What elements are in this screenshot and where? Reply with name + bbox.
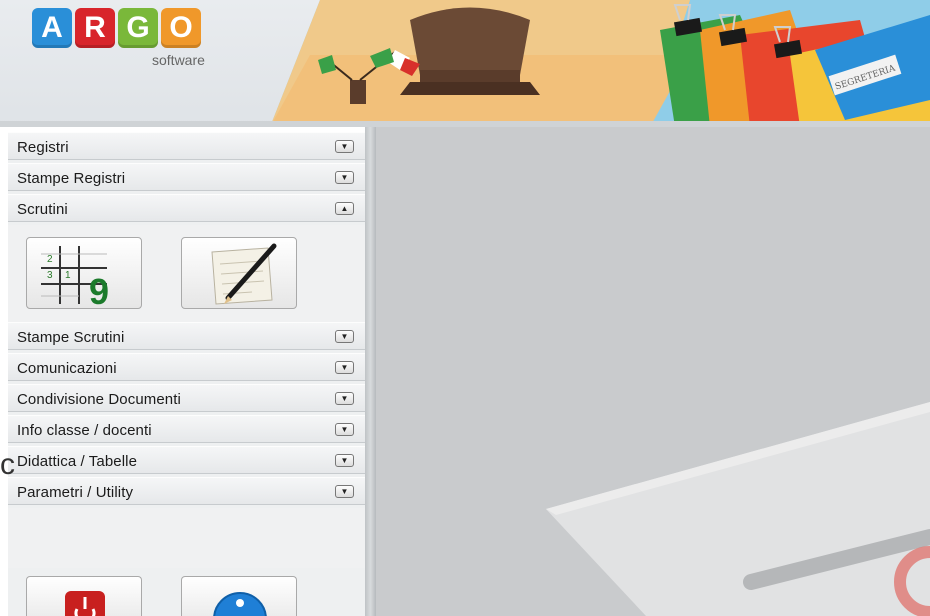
grades-grid-icon: 2 3 1 9	[41, 246, 109, 309]
sidebar-section-label: Stampe Registri	[17, 170, 126, 187]
sidebar-section-condivisione-documenti[interactable]: Condivisione Documenti ▼	[8, 384, 365, 412]
sidebar-section-label: Stampe Scrutini	[17, 329, 125, 346]
pencil-notepad-icon	[211, 243, 277, 305]
chevron-up-icon[interactable]: ▲	[335, 202, 354, 215]
chevron-down-icon[interactable]: ▼	[335, 171, 354, 184]
chevron-down-icon[interactable]: ▼	[335, 392, 354, 405]
sidebar-section-scrutini[interactable]: Scrutini ▲	[8, 194, 365, 222]
sidebar-section-label: Didattica / Tabelle	[17, 453, 138, 470]
grid-digit: 3	[47, 270, 53, 281]
logo-subtitle: software	[152, 52, 205, 68]
background-paper-illustration	[546, 402, 930, 616]
chevron-down-icon[interactable]: ▼	[335, 454, 354, 467]
grid-big-digit: 9	[89, 271, 109, 309]
edge-text-fragment: c	[0, 448, 15, 481]
scrutini-tools-panel: 2 3 1 9	[8, 225, 365, 322]
chevron-down-icon[interactable]: ▼	[335, 485, 354, 498]
header-banner-illustration: SEGRETERIA	[270, 0, 930, 127]
info-icon	[213, 592, 267, 616]
logo-letter-r: R	[75, 8, 115, 48]
logout-button[interactable]	[26, 576, 142, 616]
sidebar-section-label: Parametri / Utility	[17, 484, 134, 501]
panel-splitter[interactable]	[365, 127, 376, 616]
chevron-down-icon[interactable]: ▼	[335, 330, 354, 343]
sidebar-section-label: Registri	[17, 139, 69, 156]
sidebar-section-registri[interactable]: Registri ▼	[8, 132, 365, 160]
sidebar-section-label: Comunicazioni	[17, 360, 117, 377]
chevron-down-icon[interactable]: ▼	[335, 423, 354, 436]
grades-grid-button[interactable]: 2 3 1 9	[26, 237, 142, 309]
sidebar-section-label: Condivisione Documenti	[17, 391, 181, 408]
grid-digit: 1	[65, 270, 71, 281]
grid-digit: 2	[47, 254, 53, 265]
sidebar-section-parametri-utility[interactable]: Parametri / Utility ▼	[8, 477, 365, 505]
sidebar-empty-area	[8, 508, 365, 568]
main-content-area	[376, 127, 930, 616]
sidebar-section-stampe-registri[interactable]: Stampe Registri ▼	[8, 163, 365, 191]
sidebar-section-label: Info classe / docenti	[17, 422, 152, 439]
logo-letter-a: A	[32, 8, 72, 48]
argo-logo: A R G O	[32, 8, 201, 48]
chevron-down-icon[interactable]: ▼	[335, 140, 354, 153]
logo-letter-o: O	[161, 8, 201, 48]
sidebar-section-info-classe-docenti[interactable]: Info classe / docenti ▼	[8, 415, 365, 443]
sidebar-section-comunicazioni[interactable]: Comunicazioni ▼	[8, 353, 365, 381]
logo-letter-g: G	[118, 8, 158, 48]
sidebar-menu: Registri ▼ Stampe Registri ▼ Scrutini ▲ …	[8, 132, 366, 616]
sidebar-section-stampe-scrutini[interactable]: Stampe Scrutini ▼	[8, 322, 365, 350]
app-header: A R G O software SEGRETERIA	[0, 0, 930, 127]
logout-icon	[65, 591, 105, 616]
sidebar-section-didattica-tabelle[interactable]: Didattica / Tabelle ▼	[8, 446, 365, 474]
sidebar-section-label: Scrutini	[17, 201, 68, 218]
chevron-down-icon[interactable]: ▼	[335, 361, 354, 374]
notes-edit-button[interactable]	[181, 237, 297, 309]
info-button[interactable]	[181, 576, 297, 616]
